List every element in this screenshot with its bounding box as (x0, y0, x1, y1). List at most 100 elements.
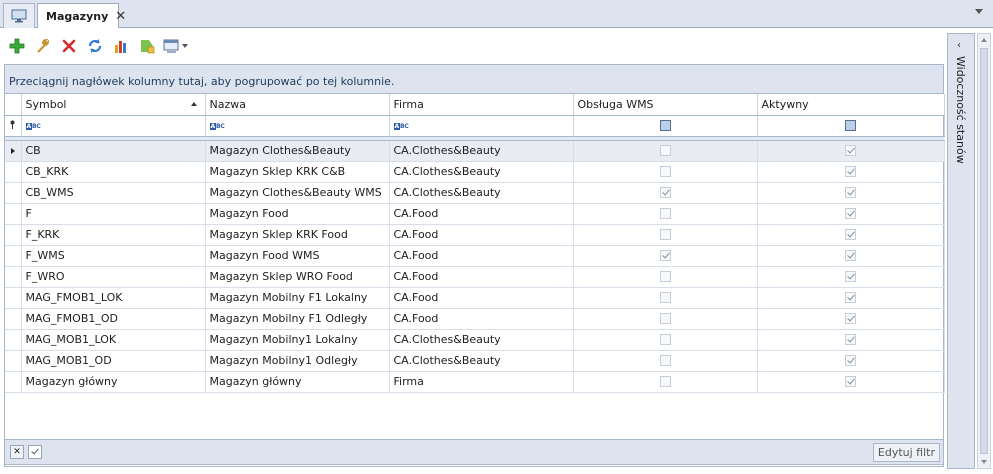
cell-firma[interactable]: CA.Food (389, 287, 574, 309)
table-row[interactable]: MAG_MOB1_LOK Magazyn Mobilny1 Lokalny CA.C… (5, 329, 945, 351)
cell-aktywny[interactable] (757, 182, 945, 204)
active-checkbox[interactable] (845, 187, 856, 198)
cell-firma[interactable]: CA.Clothes&Beauty (389, 182, 574, 204)
group-by-panel[interactable]: Przeciągnij nagłówek kolumny tutaj, aby … (5, 65, 943, 94)
cell-obsluga-wms[interactable] (573, 182, 758, 204)
cell-aktywny[interactable] (757, 140, 945, 162)
delete-button[interactable] (57, 35, 80, 58)
cell-aktywny[interactable] (757, 350, 945, 372)
active-checkbox[interactable] (845, 208, 856, 219)
cell-firma[interactable]: Firma (389, 371, 574, 393)
cell-symbol[interactable]: F (21, 203, 206, 225)
row-indicator[interactable] (5, 350, 22, 372)
cell-firma[interactable]: CA.Food (389, 224, 574, 246)
scroll-down-icon[interactable] (981, 460, 987, 464)
cell-nazwa[interactable]: Magazyn Mobilny1 Lokalny (205, 329, 390, 351)
view-button[interactable] (161, 35, 181, 58)
tab-home[interactable] (3, 3, 35, 28)
wms-checkbox[interactable] (659, 334, 671, 345)
cell-nazwa[interactable]: Magazyn Mobilny1 Odległy (205, 350, 390, 372)
cell-obsluga-wms[interactable] (573, 161, 758, 183)
cell-firma[interactable]: CA.Clothes&Beauty (389, 329, 574, 351)
cell-obsluga-wms[interactable] (573, 266, 758, 288)
cell-obsluga-wms[interactable] (573, 245, 758, 267)
filter-firma[interactable]: ABC (389, 115, 574, 137)
table-row[interactable]: F Magazyn Food CA.Food (5, 203, 945, 225)
vertical-scrollbar[interactable] (977, 33, 991, 469)
filter-checkbox[interactable] (845, 120, 856, 131)
wms-checkbox[interactable] (659, 187, 671, 198)
active-checkbox[interactable] (845, 355, 856, 366)
table-row[interactable]: F_WRO Magazyn Sklep WRO Food CA.Food (5, 266, 945, 288)
cell-nazwa[interactable]: Magazyn Clothes&Beauty WMS (205, 182, 390, 204)
table-row[interactable]: CB Magazyn Clothes&Beauty CA.Clothes&Beaut… (5, 140, 945, 162)
close-icon[interactable]: ✕ (115, 9, 126, 24)
run-button[interactable] (135, 35, 158, 58)
active-checkbox[interactable] (845, 145, 856, 156)
active-checkbox[interactable] (845, 313, 856, 324)
cell-nazwa[interactable]: Magazyn Sklep WRO Food (205, 266, 390, 288)
wms-checkbox[interactable] (659, 271, 671, 282)
cell-symbol[interactable]: F_WMS (21, 245, 206, 267)
row-indicator[interactable] (5, 329, 22, 351)
cell-obsluga-wms[interactable] (573, 308, 758, 330)
filter-nazwa[interactable]: ABC (205, 115, 390, 137)
row-indicator[interactable] (5, 182, 22, 204)
edit-filter-button[interactable]: Edytuj filtr (872, 443, 940, 462)
cell-obsluga-wms[interactable] (573, 350, 758, 372)
tab-magazyny[interactable]: Magazyny ✕ (37, 3, 126, 29)
cell-firma[interactable]: CA.Food (389, 266, 574, 288)
table-row[interactable]: CB_KRK Magazyn Sklep KRK C&B CA.Clothes&Be… (5, 161, 945, 183)
active-checkbox[interactable] (845, 271, 856, 282)
edit-button[interactable] (31, 35, 54, 58)
cell-symbol[interactable]: F_WRO (21, 266, 206, 288)
tab-list-dropdown-icon[interactable] (975, 9, 983, 14)
active-checkbox[interactable] (845, 334, 856, 345)
row-indicator[interactable] (5, 140, 22, 162)
cell-firma[interactable]: CA.Food (389, 203, 574, 225)
table-row[interactable]: F_KRK Magazyn Sklep KRK Food CA.Food (5, 224, 945, 246)
active-checkbox[interactable] (845, 292, 856, 303)
cell-symbol[interactable]: MAG_FMOB1_LOK (21, 287, 206, 309)
column-header-symbol[interactable]: Symbol (21, 94, 206, 116)
cell-nazwa[interactable]: Magazyn Mobilny F1 Odległy (205, 308, 390, 330)
cell-symbol[interactable]: MAG_MOB1_LOK (21, 329, 206, 351)
cell-firma[interactable]: CA.Food (389, 245, 574, 267)
row-indicator[interactable] (5, 287, 22, 309)
cell-firma[interactable]: CA.Clothes&Beauty (389, 140, 574, 162)
active-checkbox[interactable] (845, 166, 856, 177)
cell-firma[interactable]: CA.Food (389, 308, 574, 330)
filter-obsluga-wms[interactable] (573, 115, 758, 137)
active-checkbox[interactable] (845, 250, 856, 261)
column-header-obsluga-wms[interactable]: Obsługa WMS (573, 94, 758, 116)
cell-symbol[interactable]: MAG_MOB1_OD (21, 350, 206, 372)
cell-nazwa[interactable]: Magazyn główny (205, 371, 390, 393)
cell-symbol[interactable]: F_KRK (21, 224, 206, 246)
view-dropdown-icon[interactable] (182, 44, 188, 48)
row-indicator[interactable] (5, 371, 22, 393)
cell-obsluga-wms[interactable] (573, 140, 758, 162)
cell-obsluga-wms[interactable] (573, 287, 758, 309)
row-indicator[interactable] (5, 308, 22, 330)
row-indicator[interactable] (5, 245, 22, 267)
column-header-aktywny[interactable]: Aktywny (757, 94, 945, 116)
cell-symbol[interactable]: CB_KRK (21, 161, 206, 183)
table-row[interactable]: MAG_MOB1_OD Magazyn Mobilny1 Odległy CA.Cl… (5, 350, 945, 372)
row-indicator[interactable] (5, 266, 22, 288)
filter-symbol[interactable]: ABC (21, 115, 206, 137)
cell-symbol[interactable]: MAG_FMOB1_OD (21, 308, 206, 330)
table-row[interactable]: CB_WMS Magazyn Clothes&Beauty WMS CA.Cloth… (5, 182, 945, 204)
cell-symbol[interactable]: CB_WMS (21, 182, 206, 204)
clear-filter-button[interactable]: ✕ (10, 445, 24, 459)
cell-aktywny[interactable] (757, 203, 945, 225)
cell-obsluga-wms[interactable] (573, 203, 758, 225)
active-checkbox[interactable] (845, 229, 856, 240)
scroll-up-icon[interactable] (981, 38, 987, 42)
cell-nazwa[interactable]: Magazyn Clothes&Beauty (205, 140, 390, 162)
table-row[interactable]: F_WMS Magazyn Food WMS CA.Food (5, 245, 945, 267)
wms-checkbox[interactable] (659, 145, 671, 156)
wms-checkbox[interactable] (659, 376, 671, 387)
wms-checkbox[interactable] (659, 229, 671, 240)
scroll-thumb[interactable] (980, 48, 988, 454)
cell-obsluga-wms[interactable] (573, 224, 758, 246)
